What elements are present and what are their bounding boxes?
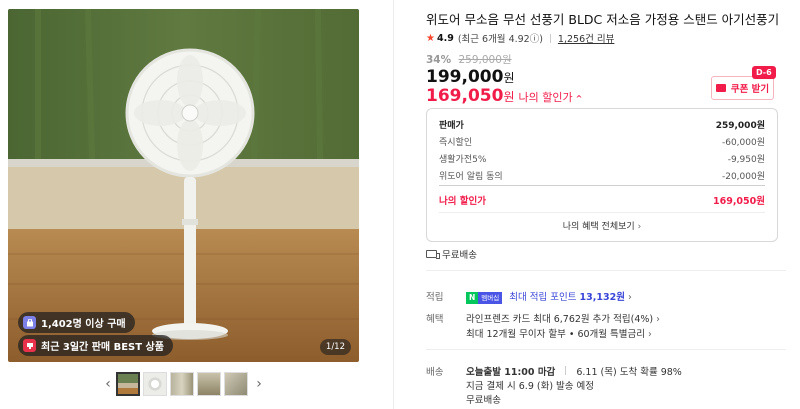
breakdown-row-instant: 즉시할인 -60,000원: [439, 135, 765, 148]
breakdown-row-list-price: 판매가 259,000원: [439, 118, 765, 131]
column-divider: [393, 0, 394, 409]
product-main-image[interactable]: 1,402명 이상 구매 최근 3일간 판매 BEST 상품 1/12: [8, 9, 359, 362]
coupon-button[interactable]: 쿠폰 받기: [711, 76, 774, 100]
all-benefits-label: 나의 혜택 전체보기: [562, 222, 635, 232]
rating-value: 4.9: [436, 32, 454, 44]
free-shipping-tag: 무료배송: [426, 247, 477, 261]
npay-membership: 멤버십: [478, 291, 503, 304]
delivery-line-1: 오늘출발 11:00 마감 6.11 (목) 도착 확률 98%: [466, 364, 682, 378]
divider: [565, 366, 567, 375]
points-prefix: 최대 적립 포인트: [509, 292, 577, 303]
original-price: 259,000원: [458, 54, 512, 66]
fan-photo: [8, 9, 359, 362]
card-benefit-text: 라인프렌즈 카드 최대 6,762원 추가 적립(4%): [466, 314, 654, 325]
npay-n: N: [466, 291, 479, 304]
npay-membership-icon: N 멤버십: [466, 291, 503, 304]
best-seller-badge: 최근 3일간 판매 BEST 상품: [18, 335, 173, 356]
breakdown-row-total: 나의 할인가 169,050원: [439, 193, 765, 207]
sale-price-unit: 원: [503, 71, 515, 85]
sale-price-value: 199,000: [426, 67, 504, 87]
my-price-label: 나의 할인가: [518, 91, 573, 104]
same-day-cutoff: 오늘출발 11:00 마감: [466, 367, 556, 378]
free-shipping-text: 무료배송: [442, 250, 477, 261]
divider: [426, 349, 786, 350]
breakdown-row-alert: 위도어 알림 동의 -20,000원: [439, 169, 765, 182]
chevron-right-icon: ›: [637, 222, 642, 232]
thumbnail-prev-button[interactable]: ‹: [100, 373, 116, 395]
thumbnail-2[interactable]: [143, 372, 167, 396]
installment-text: 최대 12개월 무이자 할부 • 60개월 특별금리: [466, 329, 645, 340]
product-title: 위도어 무소음 무선 선풍기 BLDC 저소음 가정용 스탠드 아기선풍기: [426, 12, 780, 27]
breakdown-label: 즉시할인: [439, 138, 473, 148]
my-discount-price[interactable]: 169,050 원 나의 할인가 ^: [426, 86, 582, 106]
review-count-link[interactable]: 1,256건 리뷰: [558, 31, 614, 45]
breakdown-total-value: 169,050원: [712, 196, 765, 207]
thumbnail-3[interactable]: [170, 372, 194, 396]
thumbnail-5[interactable]: [224, 372, 248, 396]
breakdown-label: 판매가: [439, 121, 464, 131]
points-text: 최대 적립 포인트 13,132원: [509, 292, 625, 303]
points-label: 적립: [426, 292, 444, 303]
breakdown-row-appliance: 생활가전5% -9,950원: [439, 152, 765, 165]
discount-row: 34% 259,000원: [426, 52, 512, 67]
coupon-icon: [715, 84, 726, 92]
price-breakdown-box: 판매가 259,000원 즉시할인 -60,000원 생활가전5% -9,950…: [426, 108, 778, 242]
truck-icon: [426, 250, 440, 259]
coupon-label: 쿠폰 받기: [730, 84, 770, 95]
points-amount: 13,132원: [579, 292, 625, 303]
breakdown-total-label: 나의 할인가: [439, 196, 487, 207]
breakdown-label: 생활가전5%: [439, 155, 487, 165]
all-benefits-link[interactable]: 나의 혜택 전체보기 ›: [427, 219, 777, 232]
my-price-value: 169,050: [426, 86, 504, 106]
chevron-right-icon: ›: [627, 292, 632, 303]
breakdown-value: -60,000원: [721, 138, 765, 148]
divider: [549, 33, 551, 43]
installment-benefit[interactable]: 최대 12개월 무이자 할부 • 60개월 특별금리 ›: [466, 326, 652, 340]
trophy-icon: [23, 339, 36, 352]
thumbnail-next-button[interactable]: ›: [251, 373, 267, 395]
breakdown-value: -20,000원: [721, 172, 765, 182]
delivery-line-2: 지금 결제 시 6.9 (화) 발송 예정: [466, 381, 595, 392]
chevron-right-icon: ›: [656, 314, 660, 325]
best-seller-text: 최근 3일간 판매 BEST 상품: [41, 342, 164, 353]
star-icon: ★: [426, 32, 435, 44]
thumbnail-4[interactable]: [197, 372, 221, 396]
card-benefit[interactable]: 라인프렌즈 카드 최대 6,762원 추가 적립(4%) ›: [466, 311, 660, 325]
divider: [426, 270, 786, 271]
thumbnail-strip: ‹ ›: [100, 371, 267, 397]
breakdown-value: 259,000원: [715, 121, 765, 131]
breakdown-value: -9,950원: [727, 155, 765, 165]
arrival-probability: 6.11 (목) 도착 확률 98%: [576, 367, 682, 378]
delivery-label: 배송: [426, 367, 444, 378]
rating-detail[interactable]: (최근 6개월 4.92ⓘ): [458, 31, 543, 45]
coupon-dday-badge: D-6: [752, 66, 776, 79]
my-price-unit: 원: [503, 90, 515, 104]
chevron-up-icon: ^: [575, 94, 583, 103]
rating-row: ★ 4.9 (최근 6개월 4.92ⓘ) 1,256건 리뷰: [426, 31, 614, 46]
divider: [439, 185, 765, 186]
benefits-label: 혜택: [426, 314, 444, 325]
image-counter: 1/12: [319, 339, 351, 355]
points-value[interactable]: N 멤버십 최대 적립 포인트 13,132원 ›: [466, 289, 632, 304]
buyers-count-badge: 1,402명 이상 구매: [18, 312, 135, 333]
divider: [439, 212, 765, 213]
thumbnail-1[interactable]: [116, 372, 140, 396]
chevron-right-icon: ›: [648, 329, 652, 340]
delivery-line-3: 무료배송: [466, 395, 501, 406]
breakdown-label: 위도어 알림 동의: [439, 172, 503, 182]
bag-icon: [23, 316, 36, 329]
discount-percent: 34%: [426, 54, 452, 66]
buyers-count-text: 1,402명 이상 구매: [41, 319, 126, 330]
sale-price: 199,000원: [426, 67, 514, 87]
